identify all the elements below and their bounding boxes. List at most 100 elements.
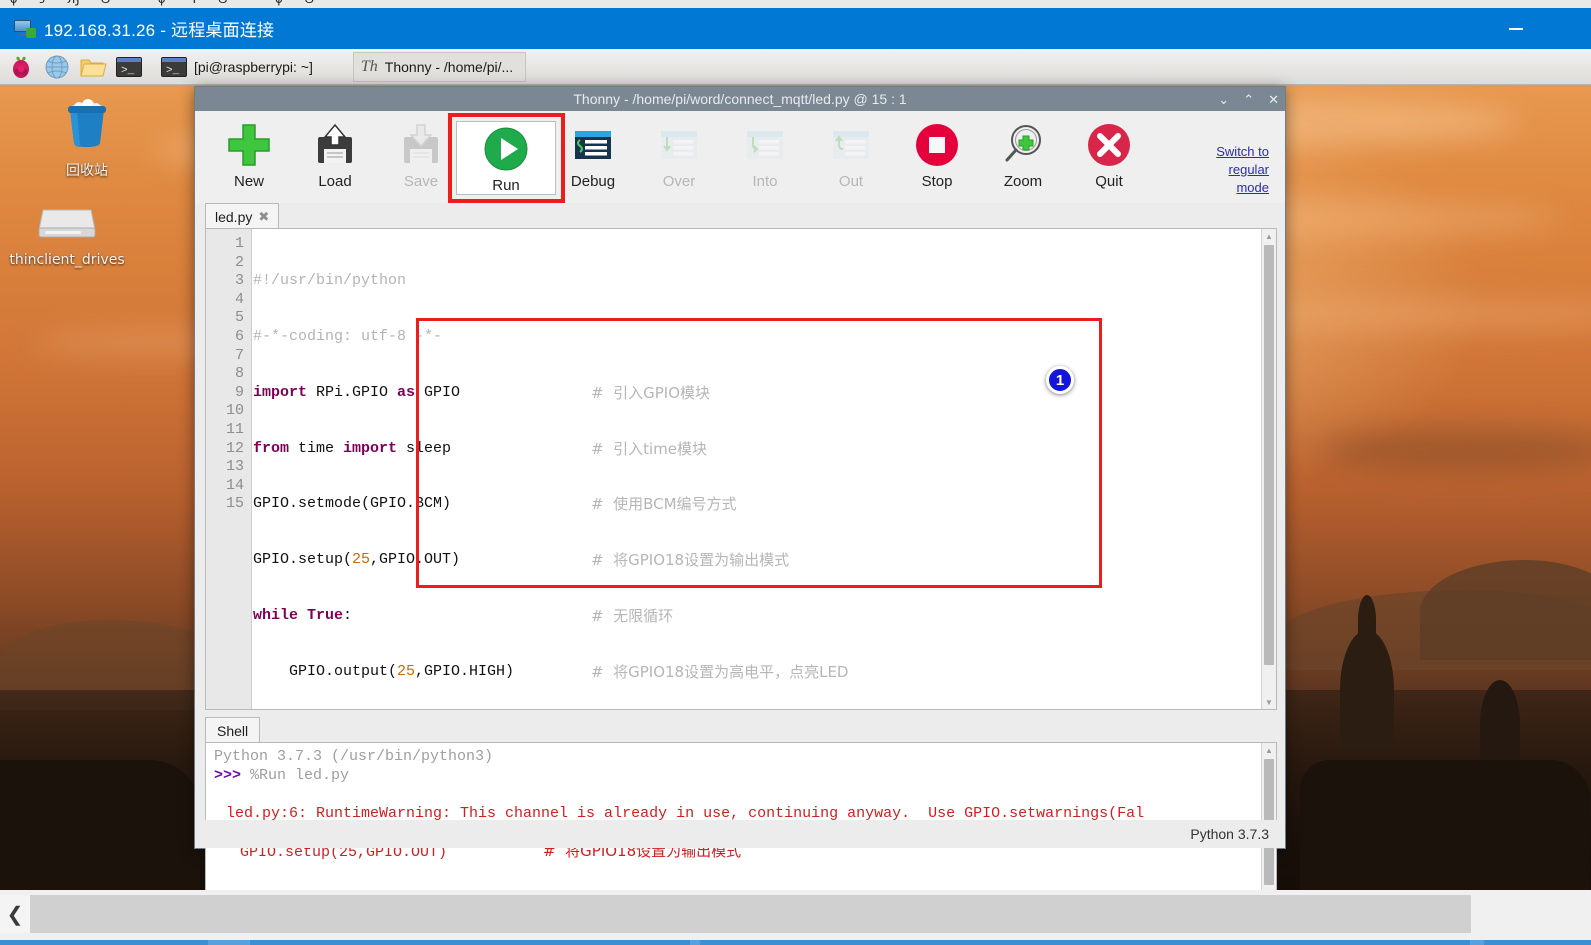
code-line: from time import sleep # 引入time模块 <box>253 440 1260 459</box>
toolbar-button-quit[interactable]: Quit <box>1073 119 1145 197</box>
line-number: 4 <box>234 290 244 308</box>
file-manager-icon[interactable] <box>78 52 108 82</box>
taskbar-item-label: [pi@raspberrypi: ~] <box>194 58 313 75</box>
code-source: #!/usr/bin/python <box>253 272 407 290</box>
toolbar-button-stop[interactable]: Stop <box>901 119 973 197</box>
terminal-icon[interactable]: >_ <box>114 52 144 82</box>
clipped-window-strip: ϕ϶ԡϬ ϕϤϬ ϕϬ <box>0 0 1591 8</box>
code-line: #-*-coding: utf-8 -*- <box>253 328 1260 347</box>
pagoda-spire <box>1358 595 1376 645</box>
code-comment: # 使用BCM编号方式 <box>591 495 737 514</box>
line-number: 7 <box>234 346 244 364</box>
code-line: GPIO.setup(25,GPIO.OUT) # 将GPIO18设置为输出模式 <box>253 551 1260 570</box>
line-number: 9 <box>234 383 244 401</box>
pagoda-silhouette <box>1340 630 1394 750</box>
toolbar-button-new[interactable]: New <box>213 119 285 197</box>
desktop-icon-thinclient-drives[interactable]: thinclient_drives <box>0 200 142 268</box>
maximize-icon[interactable]: ⌃ <box>1243 93 1254 106</box>
step-over-icon <box>657 119 701 171</box>
code-comment: # 将GPIO18设置为高电平，点亮LED <box>591 662 849 681</box>
tree-silhouette <box>0 760 200 890</box>
code-source: while True: <box>253 606 353 624</box>
code-line: GPIO.setmode(GPIO.BCM) # 使用BCM编号方式 <box>253 495 1260 514</box>
taskbar-item-thonny[interactable]: Th Thonny - /home/pi/... <box>352 51 527 82</box>
scroll-down-arrow[interactable]: ▼ <box>1262 695 1276 709</box>
floppy-down-arrow-icon <box>399 119 443 171</box>
remote-desktop-icon <box>14 19 36 38</box>
line-number: 8 <box>234 365 244 383</box>
toolbar-button-debug[interactable]: Debug <box>557 119 629 197</box>
magnifier-plus-icon <box>999 119 1047 171</box>
taskbar-item-terminal[interactable]: >_ [pi@raspberrypi: ~] <box>154 52 325 82</box>
code-line: #!/usr/bin/python <box>253 272 1260 291</box>
code-source: GPIO.output(25,GPIO.HIGH) <box>253 662 515 680</box>
shell-tabbar: Shell <box>205 717 261 744</box>
thonny-toolbar: New Load Save Run Debug Over Into Out St… <box>195 111 1285 310</box>
terminal-icon: >_ <box>161 56 187 77</box>
scroll-thumb[interactable] <box>1264 245 1274 665</box>
cloud <box>1250 300 1591 330</box>
pagoda-silhouette <box>1480 680 1520 770</box>
toolbar-label: Debug <box>570 173 616 190</box>
taskbar-item-label: Thonny - /home/pi/... <box>384 58 514 75</box>
code-editor[interactable]: 1 2 3 4 5 6 7 8 9 10 11 12 13 14 15 #!/u… <box>205 228 1277 710</box>
scroll-up-arrow[interactable]: ▲ <box>1262 743 1276 757</box>
tab-shell[interactable]: Shell <box>205 717 261 744</box>
recycle-bin-icon <box>68 99 106 147</box>
remote-desktop-titlebar: 192.168.31.26 - 远程桌面连接 <box>0 8 1591 49</box>
step-marker-1: 1 <box>1046 366 1074 394</box>
toolbar-button-load[interactable]: Load <box>299 119 371 197</box>
raspberry-menu-icon[interactable] <box>6 52 36 82</box>
line-number: 6 <box>234 327 244 345</box>
code-comment: # 引入time模块 <box>591 439 707 458</box>
shell-prompt: >>> <box>214 767 242 784</box>
line-number: 2 <box>234 253 244 271</box>
back-chevron-icon[interactable]: ❮ <box>0 895 30 933</box>
desktop-icon-label: 回收站 <box>66 163 108 179</box>
editor-vertical-scrollbar[interactable]: ▲ ▼ <box>1261 229 1276 709</box>
toolbar-label: Run <box>492 177 520 194</box>
toolbar-label: Out <box>838 173 864 190</box>
close-icon[interactable]: ✕ <box>1268 93 1279 106</box>
toolbar-button-out: Out <box>815 119 887 197</box>
desktop-icon-recycle-bin[interactable]: 回收站 <box>12 96 162 180</box>
tree-silhouette <box>1300 760 1590 890</box>
taskbar-surface <box>0 895 1471 933</box>
web-browser-icon[interactable] <box>42 52 72 82</box>
code-source: import RPi.GPIO as GPIO <box>253 383 461 401</box>
line-number: 10 <box>225 402 244 420</box>
code-text[interactable]: #!/usr/bin/python #-*-coding: utf-8 -*- … <box>253 229 1260 709</box>
code-comment: # 引入GPIO模块 <box>591 383 711 402</box>
toolbar-button-over: Over <box>643 119 715 197</box>
toolbar-button-into: Into <box>729 119 801 197</box>
tab-led-py[interactable]: led.py ✖ <box>205 203 280 230</box>
code-source: GPIO.setup(25,GPIO.OUT) <box>253 551 461 569</box>
toolbar-button-save: Save <box>385 119 457 197</box>
code-comment: # 无限循环 <box>591 606 674 625</box>
line-number: 14 <box>225 476 244 494</box>
switch-link-line3: mode <box>1236 180 1269 195</box>
taskbar-underline <box>0 940 1591 945</box>
scroll-up-arrow[interactable]: ▲ <box>1262 229 1276 243</box>
toolbar-button-run[interactable]: Run <box>470 123 542 201</box>
interpreter-status: Python 3.7.3 <box>1190 826 1269 842</box>
thonny-window-title: Thonny - /home/pi/word/connect_mqtt/led.… <box>573 91 907 107</box>
remote-desktop-title: 192.168.31.26 - 远程桌面连接 <box>44 21 275 40</box>
clipped-text: ϕ϶ԡϬ ϕϤϬ ϕϬ <box>10 0 336 7</box>
toolbar-label: Into <box>752 173 778 190</box>
switch-to-regular-mode-link[interactable]: Switch to regular mode <box>1205 143 1269 197</box>
shell-command: %Run led.py <box>250 767 350 784</box>
editor-tabbar: led.py ✖ <box>205 203 1277 230</box>
code-line: while True: # 无限循环 <box>253 607 1260 626</box>
code-source: #-*-coding: utf-8 -*- <box>253 327 443 345</box>
minimize-button[interactable] <box>1493 8 1539 49</box>
thonny-window: Thonny - /home/pi/word/connect_mqtt/led.… <box>194 86 1286 907</box>
tab-close-icon[interactable]: ✖ <box>258 209 269 225</box>
play-circle-icon <box>482 123 530 175</box>
toolbar-button-zoom[interactable]: Zoom <box>987 119 1059 197</box>
drive-icon <box>38 209 96 238</box>
minimize-icon[interactable]: ⌄ <box>1218 93 1229 106</box>
stop-circle-icon <box>913 119 961 171</box>
plus-icon <box>226 119 272 171</box>
desktop-icon-label: thinclient_drives <box>9 252 125 268</box>
